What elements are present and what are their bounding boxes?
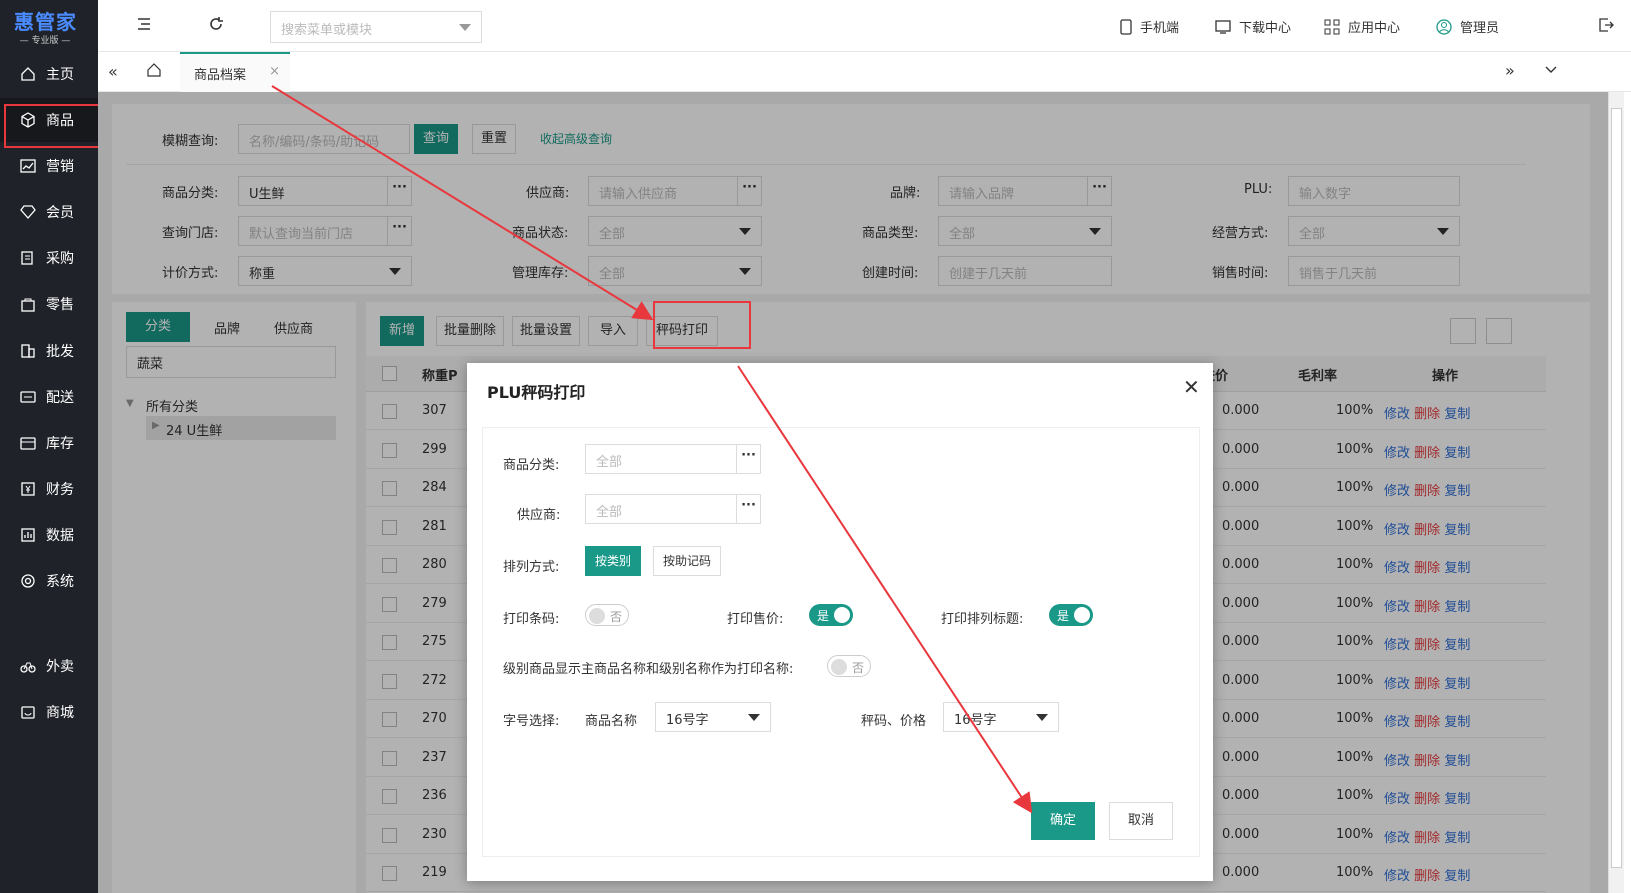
page-scrollbar[interactable] xyxy=(1608,92,1624,893)
scrollbar-thumb[interactable] xyxy=(1611,108,1622,868)
annotation-arrow-2 xyxy=(737,365,1033,814)
annotation-arrow-1 xyxy=(271,85,654,321)
annotation-arrows xyxy=(271,85,1033,814)
